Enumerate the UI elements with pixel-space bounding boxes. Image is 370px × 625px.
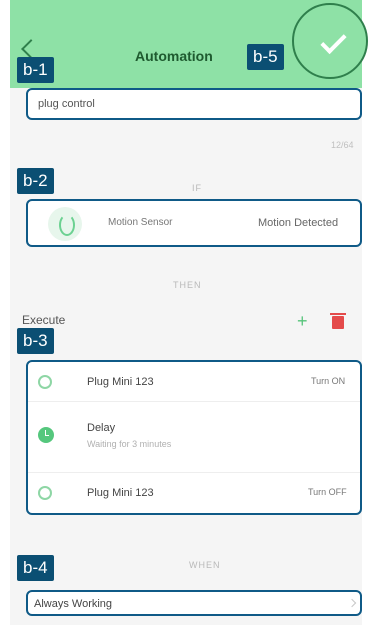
annotation-tag-b1: b-1 (17, 57, 54, 83)
plug-icon (38, 486, 52, 500)
if-condition-state: Motion Detected (258, 217, 339, 229)
when-condition-field[interactable]: Always Working (26, 590, 362, 616)
add-icon[interactable]: + (297, 312, 308, 330)
delete-icon[interactable] (330, 313, 346, 329)
action-row[interactable]: Plug Mini 123 Turn OFF (28, 473, 360, 513)
annotation-tag-b3: b-3 (17, 328, 54, 354)
action-device: Plug Mini 123 (87, 376, 154, 388)
action-state: Turn OFF (308, 487, 347, 497)
if-section-label: IF (192, 183, 202, 193)
automation-name-field[interactable]: plug control (26, 88, 362, 120)
if-condition-card[interactable]: Motion Sensor Motion Detected (26, 199, 362, 247)
annotation-tag-b5: b-5 (247, 44, 284, 70)
delay-subtitle: Waiting for 3 minutes (87, 439, 172, 449)
page-title: Automation (135, 48, 213, 64)
delay-row[interactable]: Delay Waiting for 3 minutes (28, 402, 360, 473)
then-actions-card: Plug Mini 123 Turn ON Delay Waiting for … (26, 360, 362, 515)
delay-title: Delay (87, 422, 116, 434)
automation-name-value: plug control (38, 98, 95, 110)
motion-sensor-icon (48, 207, 82, 241)
name-char-counter: 12/64 (331, 140, 354, 150)
then-section-label: THEN (173, 280, 202, 290)
annotation-tag-b2: b-2 (17, 168, 54, 194)
action-device: Plug Mini 123 (87, 487, 154, 499)
chevron-right-icon (347, 598, 357, 608)
when-section-label: WHEN (189, 560, 221, 570)
back-chevron-icon[interactable] (21, 39, 41, 59)
if-condition-device: Motion Sensor (108, 217, 173, 228)
action-state: Turn ON (311, 376, 346, 386)
when-condition-value: Always Working (34, 598, 113, 610)
action-row[interactable]: Plug Mini 123 Turn ON (28, 362, 360, 402)
clock-icon (38, 427, 54, 443)
plug-icon (38, 375, 52, 389)
execute-label: Execute (22, 313, 66, 327)
annotation-tag-b4: b-4 (17, 555, 54, 581)
automation-screen: Automation plug control 12/64 IF Motion … (10, 0, 362, 625)
